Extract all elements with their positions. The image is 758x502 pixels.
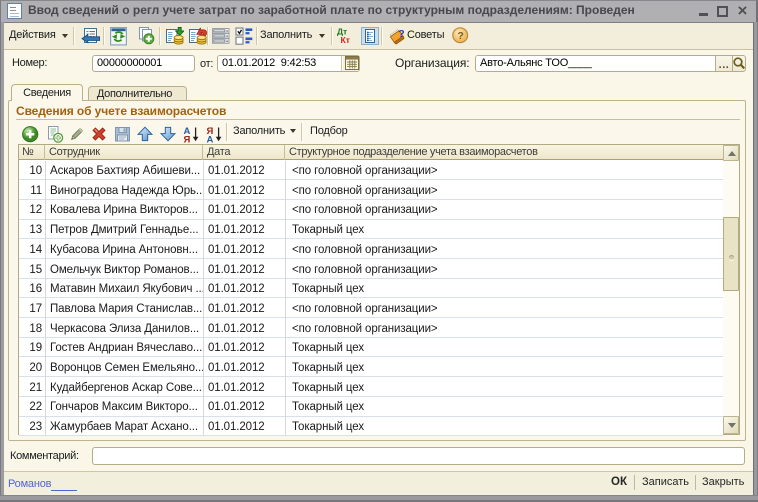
svg-text:?: ? xyxy=(457,30,463,42)
svg-text:?: ? xyxy=(398,28,404,40)
svg-text:Кт: Кт xyxy=(341,35,350,45)
svg-text:Я: Я xyxy=(184,134,191,143)
svg-text:А: А xyxy=(207,134,214,143)
